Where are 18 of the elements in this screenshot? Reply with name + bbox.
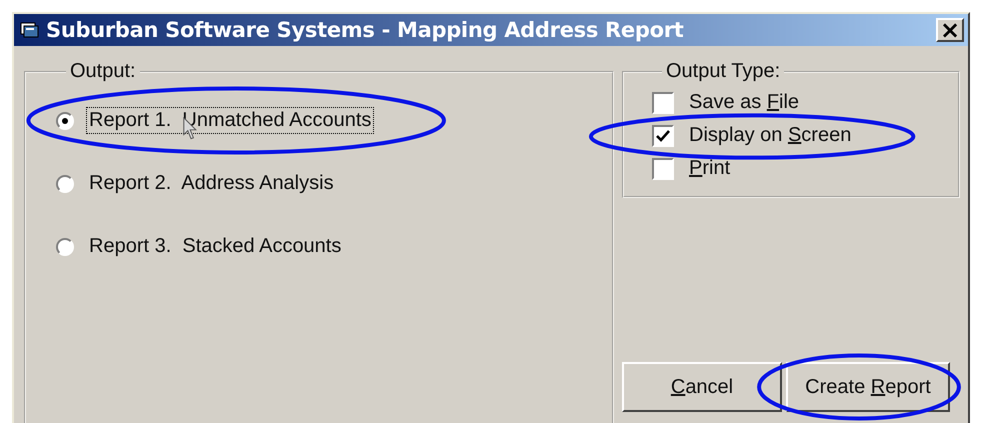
checkbox-label[interactable]: Save as File <box>686 89 802 116</box>
cancel-button[interactable]: Cancel <box>622 362 782 412</box>
app-icon <box>20 21 40 39</box>
check-icon <box>656 130 670 142</box>
group-label: Output Type: <box>665 60 782 83</box>
checkbox[interactable] <box>652 124 674 146</box>
window-title: Suburban Software Systems - Mapping Address Report <box>46 18 685 42</box>
radio-label[interactable]: Report 2. Address Analysis <box>86 170 337 197</box>
radio-button[interactable] <box>56 174 74 192</box>
close-button[interactable]: × <box>936 18 964 42</box>
create-report-button[interactable]: Create Report <box>786 362 950 412</box>
radio-label[interactable]: Report 3. Stacked Accounts <box>86 233 344 260</box>
checkbox[interactable] <box>652 92 674 114</box>
radio-button[interactable] <box>56 112 74 130</box>
checkbox[interactable] <box>652 158 674 180</box>
radio-button[interactable] <box>56 238 74 256</box>
checkbox-label[interactable]: Print <box>686 155 734 182</box>
group-label: Output: <box>69 60 137 83</box>
